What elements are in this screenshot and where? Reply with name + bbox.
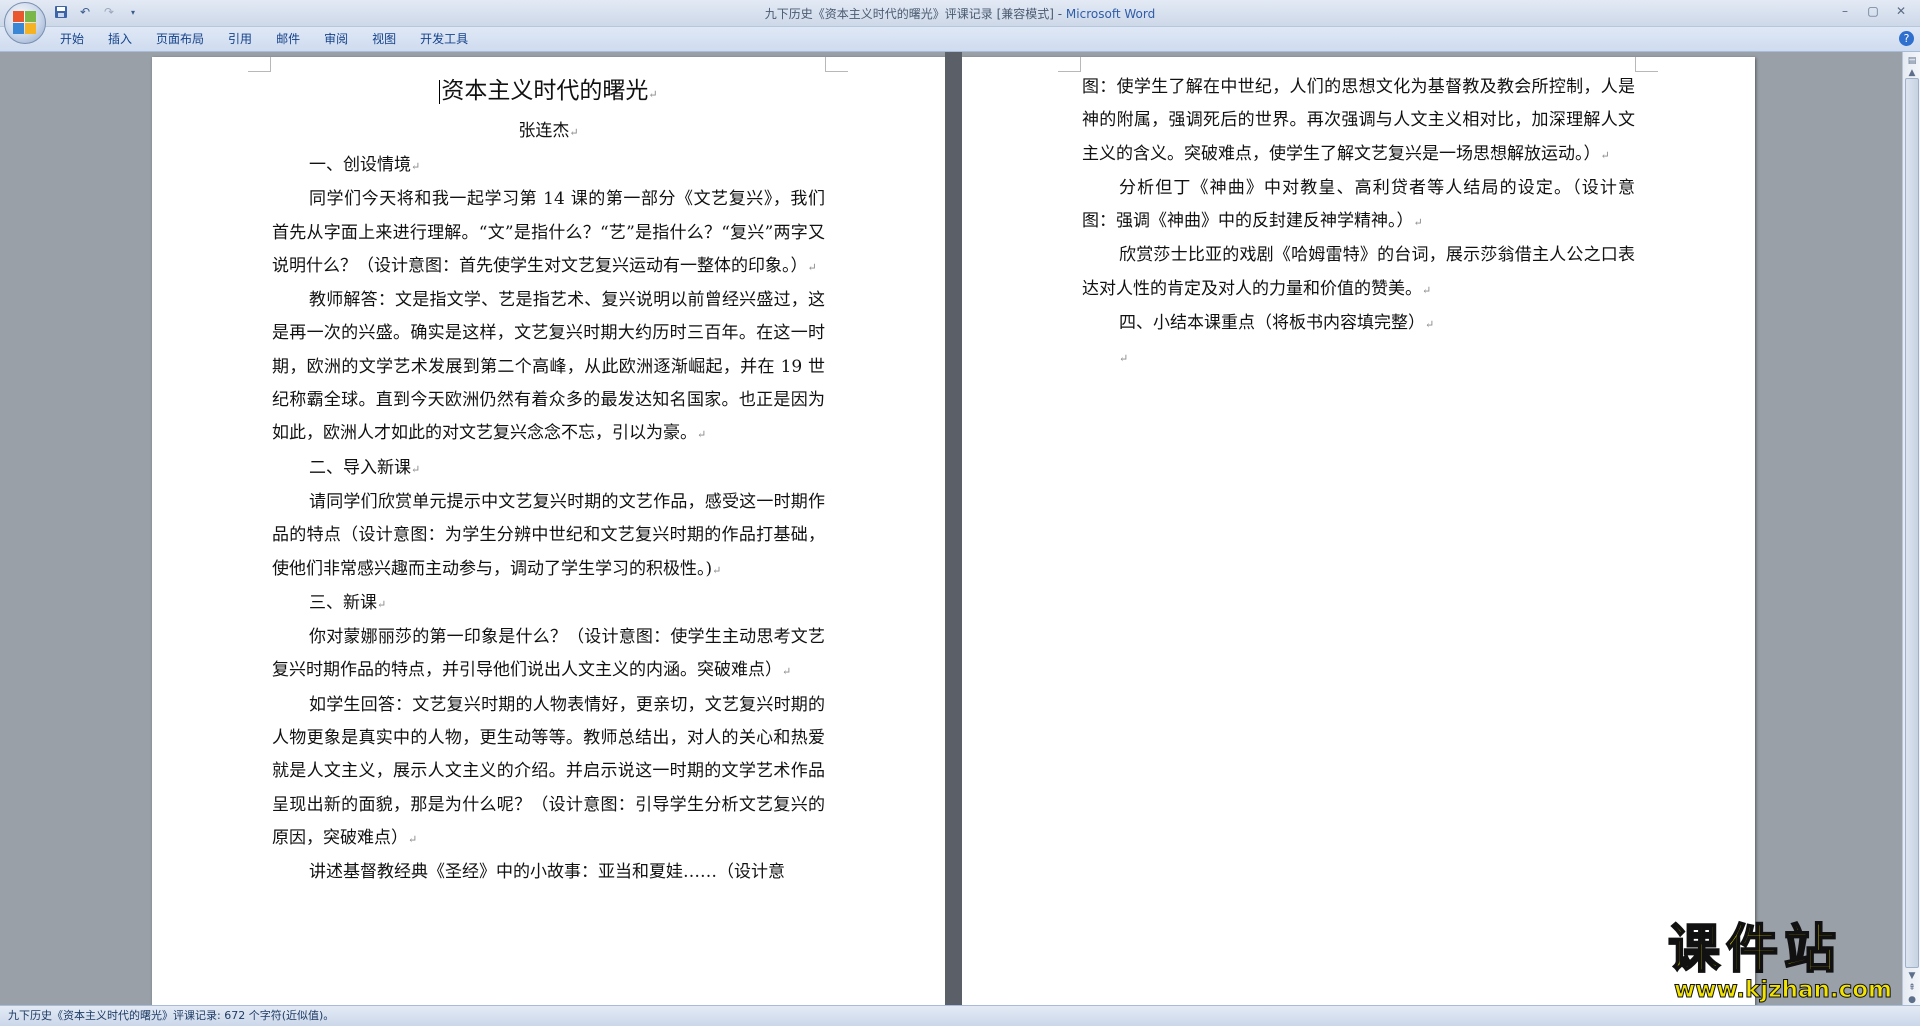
paragraph: 你对蒙娜丽莎的第一印象是什么？（设计意图：使学生主动思考文艺复兴时期作品的特点，… (272, 627, 825, 681)
maximize-button[interactable]: ▢ (1860, 2, 1886, 20)
tab-review[interactable]: 审阅 (312, 27, 360, 51)
tab-developer[interactable]: 开发工具 (408, 27, 480, 51)
section-heading: 一、创设情境↵ (309, 155, 421, 175)
title-bar: ↶ ↷ ▾ 九下历史《资本主义时代的曙光》评课记录 [兼容模式] - Micro… (0, 0, 1920, 27)
section-heading: 二、导入新课↵ (309, 457, 421, 478)
ribbon: 开始 插入 页面布局 引用 邮件 审阅 视图 开发工具 ? (0, 27, 1920, 52)
tab-home[interactable]: 开始 (48, 27, 96, 51)
watermark-brand: 课件站 (1667, 920, 1843, 980)
section-heading: 四、小结本课重点（将板书内容填完整）↵ (1119, 313, 1435, 334)
crop-mark (825, 57, 848, 72)
paragraph: 图：使学生了解在中世纪，人们的思想文化为基督教及教会所控制，人是神的附属，强调死… (1082, 77, 1635, 164)
minimize-button[interactable]: – (1832, 2, 1858, 20)
kjzhan-watermark: 课件站 www.kjzhan.com (1667, 920, 1900, 1003)
section-heading: ↵ (1119, 352, 1129, 366)
paragraph: 欣赏莎士比亚的戏剧《哈姆雷特》的台词，展示莎翁借主人公之口表达对人性的肯定及对人… (1082, 245, 1635, 299)
page-gap (945, 52, 962, 1005)
document-author: 张连杰↵ (518, 121, 579, 141)
page-2[interactable]: 图：使学生了解在中世纪，人们的思想文化为基督教及教会所控制，人是神的附属，强调死… (962, 57, 1755, 1005)
paragraph: 同学们今天将和我一起学习第 14 课的第一部分《文艺复兴》，我们首先从字面上来进… (272, 189, 825, 276)
help-icon[interactable]: ? (1899, 31, 1914, 46)
status-text: 九下历史《资本主义时代的曙光》评课记录: 672 个字符(近似值)。 (8, 1009, 335, 1022)
paragraph: 讲述基督教经典《圣经》中的小故事：亚当和夏娃……（设计意 (309, 862, 785, 883)
crop-mark (1635, 57, 1658, 72)
tab-view[interactable]: 视图 (360, 27, 408, 51)
paragraph: 请同学们欣赏单元提示中文艺复兴时期的文艺作品，感受这一时期作品的特点（设计意图：… (272, 491, 825, 579)
vertical-scrollbar[interactable]: ▤ ▲ ▼ ⇞ ● (1902, 52, 1920, 1005)
close-button[interactable]: ✕ (1888, 2, 1914, 20)
window-controls: – ▢ ✕ (1832, 2, 1914, 20)
section-heading: 三、新课↵ (309, 592, 387, 613)
scroll-thumb[interactable] (1905, 78, 1919, 968)
ribbon-tabs: 开始 插入 页面布局 引用 邮件 审阅 视图 开发工具 (48, 27, 480, 51)
status-bar: 九下历史《资本主义时代的曙光》评课记录: 672 个字符(近似值)。 (0, 1005, 1920, 1026)
tab-insert[interactable]: 插入 (96, 27, 144, 51)
tab-mailings[interactable]: 邮件 (264, 27, 312, 51)
page-1-text[interactable]: 资本主义时代的曙光↵ 张连杰↵ 一、创设情境↵ 同学们今天将和我一起学习第 14 … (272, 71, 825, 890)
document-heading: 资本主义时代的曙光↵ (439, 78, 658, 104)
page-2-paragraphs: 图：使学生了解在中世纪，人们的思想文化为基督教及教会所控制，人是神的附属，强调死… (1082, 71, 1635, 376)
crop-mark (248, 57, 271, 72)
window-title: 九下历史《资本主义时代的曙光》评课记录 [兼容模式] - Microsoft W… (0, 5, 1920, 22)
page-2-text[interactable]: 图：使学生了解在中世纪，人们的思想文化为基督教及教会所控制，人是神的附属，强调死… (1082, 71, 1635, 376)
office-button[interactable] (4, 2, 46, 44)
page-1[interactable]: 资本主义时代的曙光↵ 张连杰↵ 一、创设情境↵ 同学们今天将和我一起学习第 14 … (152, 57, 945, 1005)
office-logo-icon (13, 11, 37, 35)
watermark-url: www.kjzhan.com (1674, 977, 1893, 1003)
paragraph: 如学生回答：文艺复兴时期的人物表情好，更亲切，文艺复兴时期的人物更象是真实中的人… (272, 694, 825, 848)
paragraph: 分析但丁《神曲》中对教皇、高利贷者等人结局的设定。（设计意图：强调《神曲》中的反… (1082, 177, 1635, 232)
paragraph: 教师解答：文是指文学、艺是指艺术、复兴说明以前曾经兴盛过，这是再一次的兴盛。确实… (272, 290, 825, 444)
crop-mark (1058, 57, 1081, 72)
app-name: Microsoft Word (1065, 7, 1156, 21)
tab-page-layout[interactable]: 页面布局 (144, 27, 216, 51)
page-1-paragraphs: 一、创设情境↵ 同学们今天将和我一起学习第 14 课的第一部分《文艺复兴》，我们首… (272, 149, 825, 890)
tab-references[interactable]: 引用 (216, 27, 264, 51)
document-title: 九下历史《资本主义时代的曙光》评课记录 [兼容模式] - (764, 7, 1066, 21)
